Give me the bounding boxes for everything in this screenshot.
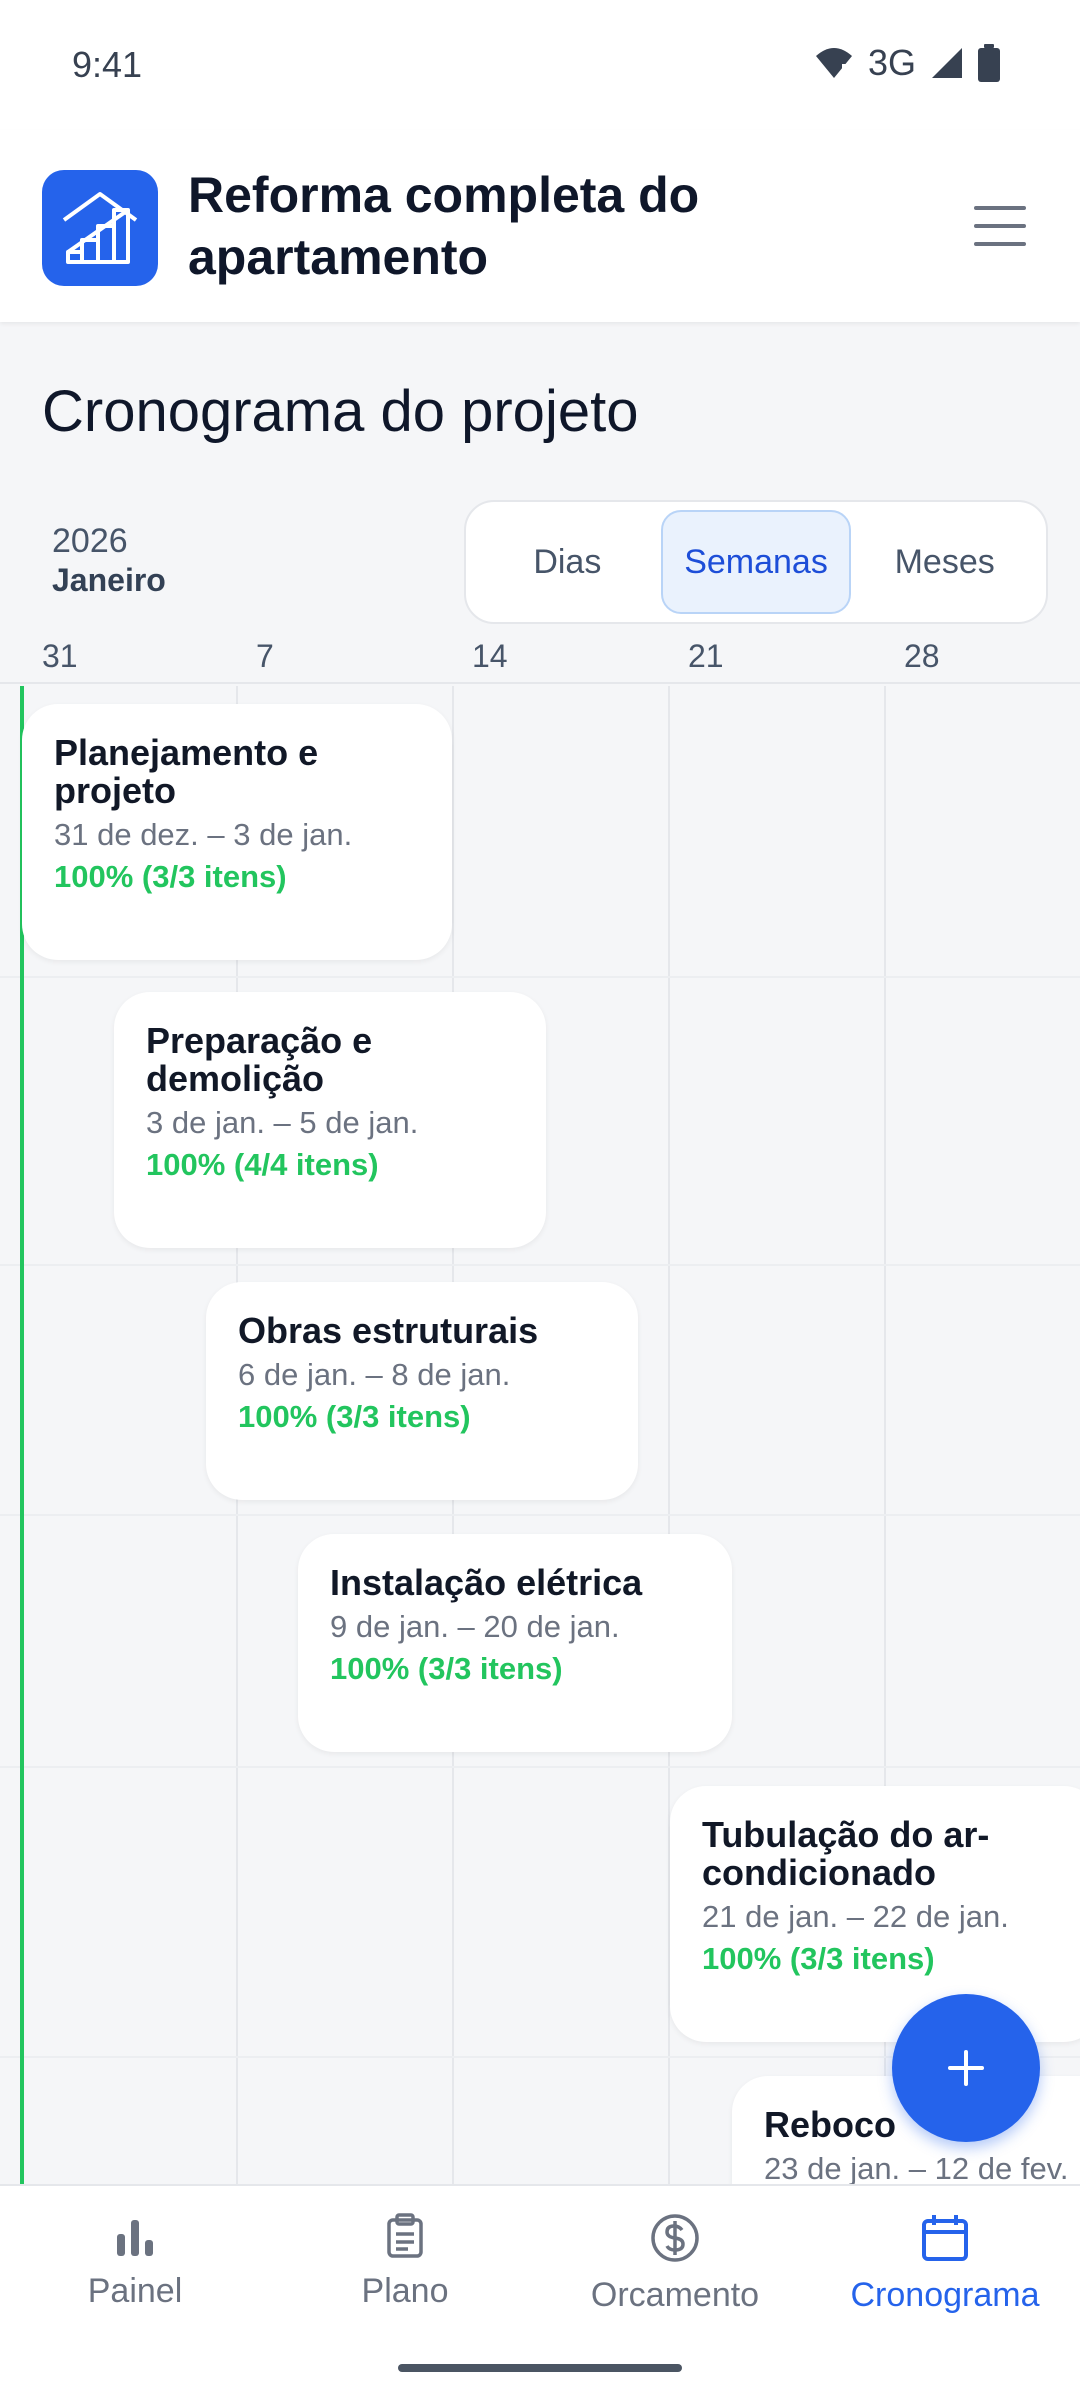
home-indicator[interactable] [398, 2364, 682, 2372]
task-name: Instalação elétrica [330, 1562, 643, 1603]
week-tick: 7 [256, 638, 274, 674]
row-divider [0, 1264, 1080, 1266]
calendar-icon [922, 2215, 968, 2261]
view-days-button[interactable]: Dias [474, 510, 661, 614]
task-card[interactable]: Tubulação do ar-condicionado 21 de jan. … [670, 1786, 1080, 2042]
task-dates: 9 de jan. – 20 de jan. [330, 1609, 620, 1644]
task-progress: 100% (3/3 itens) [54, 859, 287, 894]
gantt-grid[interactable]: Planejamento e projeto 31 de dez. – 3 de… [0, 686, 1080, 2184]
nav-label: Painel [87, 2272, 183, 2310]
view-weeks-button[interactable]: Semanas [660, 510, 852, 614]
row-divider [0, 1766, 1080, 1768]
add-task-button[interactable] [892, 1994, 1040, 2142]
plus-icon [948, 2050, 984, 2086]
clipboard-icon [387, 2213, 423, 2258]
task-name: Obras estruturais [238, 1310, 539, 1351]
nav-label: Cronograma [850, 2276, 1040, 2314]
week-tick: 28 [904, 638, 940, 674]
row-divider [0, 1514, 1080, 1516]
status-time: 9:41 [72, 44, 143, 85]
task-name: Tubulação do ar-condicionado [702, 1814, 990, 1893]
status-bar: 9:41 3G [0, 0, 1080, 130]
app-header: Reforma completa do apartamento [0, 130, 1080, 322]
task-progress: 100% (3/3 itens) [702, 1941, 935, 1976]
view-months-button[interactable]: Meses [851, 510, 1038, 614]
view-toggle: Dias Semanas Meses [464, 500, 1048, 624]
week-tick: 14 [472, 638, 508, 674]
signal-icon [932, 48, 962, 78]
nav-label: Orcamento [590, 2276, 760, 2314]
nav-item-orcamento[interactable]: Orcamento [540, 2186, 810, 2356]
task-name: Planejamento e projeto [54, 732, 319, 811]
row-divider [0, 976, 1080, 978]
timeline-month: Janeiro [52, 562, 166, 598]
task-card[interactable]: Planejamento e projeto 31 de dez. – 3 de… [22, 704, 452, 960]
week-tick: 31 [42, 638, 78, 674]
wifi-icon [815, 48, 852, 80]
task-dates: 21 de jan. – 22 de jan. [702, 1899, 1009, 1934]
task-progress: 100% (3/3 itens) [330, 1651, 563, 1686]
task-card[interactable]: Instalação elétrica 9 de jan. – 20 de ja… [298, 1534, 732, 1752]
task-dates: 31 de dez. – 3 de jan. [54, 817, 353, 852]
week-tick: 21 [688, 638, 724, 674]
task-dates: 6 de jan. – 8 de jan. [238, 1357, 511, 1392]
network-type: 3G [867, 42, 916, 83]
week-scale: 31 7 14 21 28 [0, 630, 1080, 684]
menu-button[interactable] [970, 200, 1030, 252]
task-name: Preparação e demolição [146, 1020, 373, 1099]
app-logo [42, 170, 158, 286]
task-card[interactable]: Obras estruturais 6 de jan. – 8 de jan. … [206, 1282, 638, 1500]
building-stairs-icon [62, 192, 138, 264]
nav-item-cronograma[interactable]: Cronograma [810, 2186, 1080, 2356]
task-dates: 3 de jan. – 5 de jan. [146, 1105, 419, 1140]
nav-label: Plano [361, 2272, 449, 2310]
timeline-year: 2026 [52, 522, 128, 560]
task-dates: 23 de jan. – 12 de fev. [764, 2151, 1069, 2184]
battery-icon [978, 44, 1000, 82]
hamburger-menu-icon [974, 206, 1026, 210]
task-progress: 100% (3/3 itens) [238, 1399, 471, 1434]
status-icons: 3G [814, 42, 1000, 84]
page-title: Cronograma do projeto [42, 379, 639, 444]
project-title: Reforma completa do apartamento [188, 167, 700, 285]
nav-item-plano[interactable]: Plano [270, 2186, 540, 2356]
dollar-circle-icon [651, 2214, 699, 2262]
nav-item-painel[interactable]: Painel [0, 2186, 270, 2356]
bar-chart-icon [117, 2220, 153, 2256]
task-progress: 100% (4/4 itens) [146, 1147, 379, 1182]
task-card[interactable]: Preparação e demolição 3 de jan. – 5 de … [114, 992, 546, 1248]
